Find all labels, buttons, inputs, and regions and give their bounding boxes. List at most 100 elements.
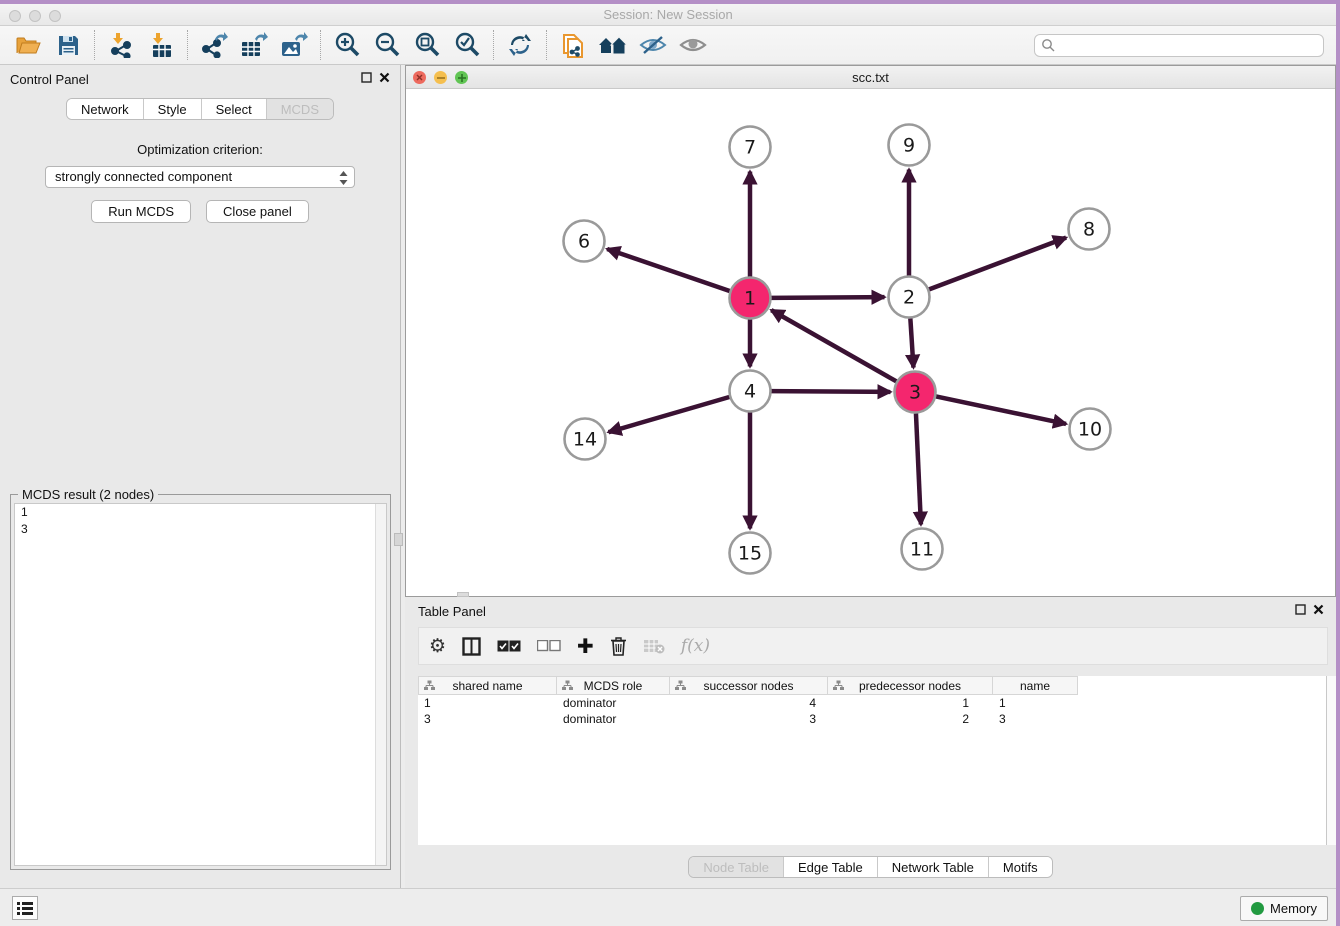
graph-node-label-6: 6 [578, 231, 590, 253]
table-row[interactable]: 1 dominator 4 1 1 [418, 695, 1326, 711]
graph-node-label-9: 9 [903, 135, 915, 157]
delete-table-icon [643, 634, 665, 658]
main-toolbar [0, 26, 1336, 65]
refresh-layout-button[interactable] [500, 29, 540, 61]
network-graph[interactable]: 7968124314101511 [406, 89, 1335, 596]
table-settings-gear-icon[interactable]: ⚙ [429, 634, 446, 658]
toolbar-divider [187, 30, 188, 60]
graph-edge-3-10[interactable] [936, 396, 1066, 423]
zoom-in-button[interactable] [327, 29, 367, 61]
column-type-icon [675, 680, 686, 691]
export-image-button[interactable] [274, 29, 314, 61]
criterion-value: strongly connected component [55, 169, 232, 184]
mcds-result-group: MCDS result (2 nodes) 1 3 [10, 494, 391, 870]
cell-mcds-role[interactable]: dominator [557, 711, 670, 727]
graph-node-label-2: 2 [903, 287, 915, 309]
column-header-successor-nodes[interactable]: successor nodes [670, 676, 828, 695]
column-type-icon [833, 680, 844, 691]
save-session-button[interactable] [48, 29, 88, 61]
cell-successor-nodes[interactable]: 3 [670, 711, 828, 727]
tab-motifs[interactable]: Motifs [989, 857, 1052, 877]
close-table-panel-icon[interactable] [1313, 604, 1324, 615]
network-title: scc.txt [406, 70, 1335, 85]
save-floppy-icon [57, 34, 80, 57]
table-row[interactable]: 3 dominator 3 2 3 [418, 711, 1326, 727]
show-all-button[interactable] [673, 29, 713, 61]
mcds-result-item[interactable]: 3 [15, 521, 386, 538]
table-header-row: shared name MCDS role successor nodes pr… [418, 676, 1326, 695]
column-header-name[interactable]: name [993, 676, 1078, 695]
task-history-button[interactable] [12, 896, 38, 920]
cell-predecessor-nodes[interactable]: 1 [828, 695, 993, 711]
float-table-panel-icon[interactable] [1295, 604, 1306, 615]
graph-edge-4-3[interactable] [771, 391, 890, 392]
tab-network-table[interactable]: Network Table [878, 857, 989, 877]
delete-column-trash-icon[interactable] [610, 634, 627, 658]
zoom-out-button[interactable] [367, 29, 407, 61]
main-area: Control Panel Network Style Select MCDS … [0, 65, 1336, 888]
graph-edge-1-6[interactable] [607, 249, 729, 291]
import-table-button[interactable] [141, 29, 181, 61]
tab-style[interactable]: Style [144, 99, 202, 119]
tab-network[interactable]: Network [67, 99, 144, 119]
graph-edge-3-1[interactable] [771, 310, 896, 381]
select-all-columns-icon[interactable] [497, 634, 521, 658]
search-input[interactable] [1056, 38, 1323, 52]
graph-edge-2-3[interactable] [910, 318, 913, 367]
cell-name[interactable]: 3 [993, 711, 1078, 727]
close-panel-icon[interactable] [379, 72, 390, 83]
criterion-select[interactable]: strongly connected component [45, 166, 355, 188]
network-window: scc.txt 7968124314101511 [405, 65, 1336, 597]
column-label: predecessor nodes [859, 679, 961, 693]
cell-predecessor-nodes[interactable]: 2 [828, 711, 993, 727]
graph-edge-1-2[interactable] [771, 297, 884, 298]
graph-edge-4-14[interactable] [609, 397, 730, 432]
column-label: name [1020, 679, 1050, 693]
cell-shared-name[interactable]: 3 [418, 711, 557, 727]
copy-network-button[interactable] [553, 29, 593, 61]
search-field[interactable] [1034, 34, 1324, 57]
vertical-splitter-grip[interactable] [394, 533, 403, 546]
create-column-plus-icon[interactable]: ✚ [577, 634, 594, 658]
mcds-result-item[interactable]: 1 [15, 504, 386, 521]
mcds-result-list[interactable]: 1 3 [14, 503, 387, 866]
table-scrollbar[interactable] [1326, 676, 1336, 845]
column-header-shared-name[interactable]: shared name [418, 676, 557, 695]
zoom-out-icon [374, 32, 400, 58]
column-header-mcds-role[interactable]: MCDS role [557, 676, 670, 695]
column-label: MCDS role [584, 679, 643, 693]
graph-edge-2-8[interactable] [929, 238, 1066, 290]
network-canvas[interactable]: 7968124314101511 [406, 89, 1335, 596]
export-table-button[interactable] [234, 29, 274, 61]
open-folder-icon [15, 33, 41, 57]
graph-node-label-1: 1 [744, 288, 756, 310]
deselect-all-columns-icon[interactable] [537, 634, 561, 658]
float-panel-icon[interactable] [361, 72, 372, 83]
import-network-icon [108, 32, 134, 58]
close-panel-button[interactable]: Close panel [206, 200, 309, 223]
first-neighbors-button[interactable] [593, 29, 633, 61]
hide-selected-button[interactable] [633, 29, 673, 61]
tab-edge-table[interactable]: Edge Table [784, 857, 878, 877]
graph-edge-3-11[interactable] [916, 413, 921, 524]
import-network-button[interactable] [101, 29, 141, 61]
cell-successor-nodes[interactable]: 4 [670, 695, 828, 711]
cell-mcds-role[interactable]: dominator [557, 695, 670, 711]
show-columns-icon[interactable] [462, 634, 481, 658]
tab-node-table[interactable]: Node Table [689, 857, 784, 877]
memory-label: Memory [1270, 901, 1317, 916]
open-session-button[interactable] [8, 29, 48, 61]
export-network-button[interactable] [194, 29, 234, 61]
result-scrollbar[interactable] [375, 504, 386, 865]
cell-name[interactable]: 1 [993, 695, 1078, 711]
memory-button[interactable]: Memory [1240, 896, 1328, 921]
zoom-selected-button[interactable] [447, 29, 487, 61]
graph-node-label-8: 8 [1083, 219, 1095, 241]
cell-shared-name[interactable]: 1 [418, 695, 557, 711]
graph-node-label-10: 10 [1078, 419, 1102, 441]
zoom-fit-button[interactable] [407, 29, 447, 61]
run-mcds-button[interactable]: Run MCDS [91, 200, 191, 223]
tab-select[interactable]: Select [202, 99, 267, 119]
tab-mcds[interactable]: MCDS [267, 99, 333, 119]
column-header-predecessor-nodes[interactable]: predecessor nodes [828, 676, 993, 695]
